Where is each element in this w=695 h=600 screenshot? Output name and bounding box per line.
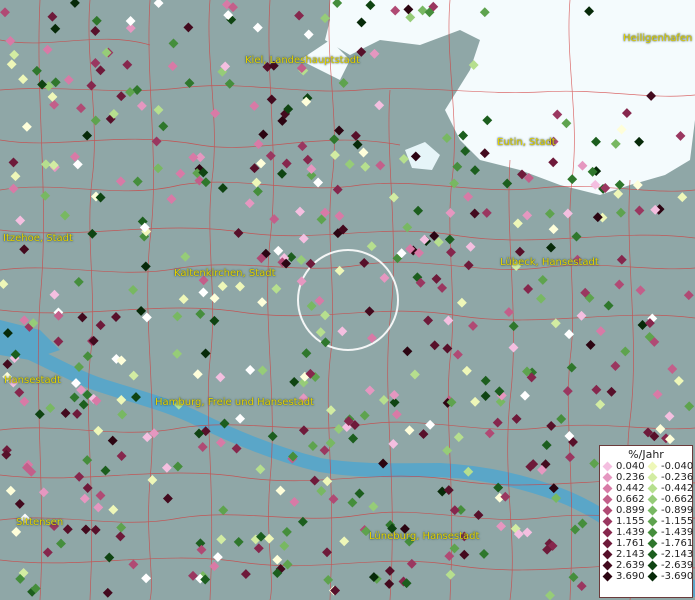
legend-value: -1.761	[661, 538, 694, 549]
legend-value: 0.236	[616, 472, 645, 483]
legend-negative-entry: -2.143	[645, 549, 694, 560]
legend-swatch	[647, 549, 658, 560]
legend-row: 2.639 -2.639	[600, 560, 694, 571]
legend-negative-entry: -2.639	[645, 560, 694, 571]
legend-title: %/Jahr	[628, 448, 664, 461]
legend-negative-entry: -1.761	[645, 538, 694, 549]
legend-swatch	[602, 505, 613, 516]
legend-swatch	[602, 516, 613, 527]
legend-negative-entry: -1.439	[645, 527, 694, 538]
legend-row: 1.439 -1.439	[600, 527, 694, 538]
legend-value: -0.662	[661, 494, 694, 505]
legend-row: 1.155 -1.155	[600, 516, 694, 527]
legend-value: -1.155	[661, 516, 694, 527]
legend-value: -3.690	[661, 571, 694, 582]
legend-value: -2.143	[661, 549, 694, 560]
legend-swatch	[602, 549, 613, 560]
legend-swatch	[647, 505, 658, 516]
legend-swatch	[647, 461, 658, 472]
legend-row: 3.690 -3.690	[600, 571, 694, 582]
legend-value: 0.662	[616, 494, 645, 505]
legend-swatch	[602, 538, 613, 549]
legend-positive-entry: 2.143	[600, 549, 645, 560]
legend-negative-entry: -0.899	[645, 505, 694, 516]
legend-positive-entry: 2.639	[600, 560, 645, 571]
legend-positive-entry: 0.442	[600, 483, 645, 494]
legend-value: 2.639	[616, 560, 645, 571]
legend-value: -0.442	[661, 483, 694, 494]
legend-negative-entry: -0.442	[645, 483, 694, 494]
legend-row: 0.040 -0.040	[600, 461, 694, 472]
legend-value: -1.439	[661, 527, 694, 538]
place-label-sittensen: Sittensen	[16, 517, 64, 528]
legend-value: 0.899	[616, 505, 645, 516]
legend-row: 0.899 -0.899	[600, 505, 694, 516]
legend-swatch	[647, 527, 658, 538]
legend-positive-entry: 0.040	[600, 461, 645, 472]
legend-positive-entry: 1.155	[600, 516, 645, 527]
legend-value: 3.690	[616, 571, 645, 582]
legend-swatch	[602, 461, 613, 472]
legend-swatch	[647, 494, 658, 505]
map-canvas[interactable]	[0, 0, 695, 600]
legend-value: -0.040	[661, 461, 694, 472]
legend-swatch	[602, 483, 613, 494]
legend-row: 0.662 -0.662	[600, 494, 694, 505]
place-label-lueneburg: Lüneburg, Hansestadt	[369, 531, 480, 542]
legend-value: 0.040	[616, 461, 645, 472]
legend-negative-entry: -0.236	[645, 472, 694, 483]
legend-rows: 0.040 -0.040 0.236 -0.236 0.442 -0.442 0.662 -0…	[600, 461, 694, 582]
legend-swatch	[647, 560, 658, 571]
legend-row: 0.442 -0.442	[600, 483, 694, 494]
legend-value: 1.439	[616, 527, 645, 538]
legend-positive-entry: 3.690	[600, 571, 645, 582]
legend-value: -0.236	[661, 472, 694, 483]
legend-swatch	[647, 483, 658, 494]
map-legend: %/Jahr 0.040 -0.040 0.236 -0.236 0.442 -0.442…	[599, 445, 693, 598]
place-label-luebeck: Lübeck, Hansestadt	[500, 257, 599, 268]
legend-swatch	[647, 516, 658, 527]
place-label-kiel: Kiel, Landeshauptstadt	[245, 55, 360, 66]
legend-swatch	[602, 571, 613, 582]
legend-row: 2.143 -2.143	[600, 549, 694, 560]
legend-swatch	[602, 494, 613, 505]
legend-positive-entry: 0.899	[600, 505, 645, 516]
place-label-itzehoe: Itzehoe, Stadt	[3, 233, 73, 244]
place-label-kaltenkirchen: Kaltenkirchen, Stadt	[174, 268, 276, 279]
place-label-eutin: Eutin, Stadt	[497, 137, 556, 148]
legend-swatch	[647, 538, 658, 549]
legend-negative-entry: -0.662	[645, 494, 694, 505]
legend-swatch	[602, 527, 613, 538]
legend-negative-entry: -1.155	[645, 516, 694, 527]
legend-swatch	[602, 560, 613, 571]
legend-positive-entry: 0.662	[600, 494, 645, 505]
place-label-hamburg: Hamburg, Freie und Hansestadt	[155, 397, 314, 408]
map-view[interactable]: Kiel, Landeshauptstadt Heiligenhafen Eut…	[0, 0, 695, 600]
legend-value: 1.155	[616, 516, 645, 527]
legend-positive-entry: 0.236	[600, 472, 645, 483]
legend-positive-entry: 1.439	[600, 527, 645, 538]
legend-negative-entry: -0.040	[645, 461, 694, 472]
place-label-heiligenhafen: Heiligenhafen	[623, 33, 693, 44]
legend-value: 1.761	[616, 538, 645, 549]
legend-row: 0.236 -0.236	[600, 472, 694, 483]
legend-value: 0.442	[616, 483, 645, 494]
legend-positive-entry: 1.761	[600, 538, 645, 549]
legend-swatch	[647, 571, 658, 582]
legend-swatch	[647, 472, 658, 483]
legend-value: -2.639	[661, 560, 694, 571]
legend-negative-entry: -3.690	[645, 571, 694, 582]
legend-swatch	[602, 472, 613, 483]
legend-value: 2.143	[616, 549, 645, 560]
legend-row: 1.761 -1.761	[600, 538, 694, 549]
legend-value: -0.899	[661, 505, 694, 516]
place-label-hansestadt: Hansestadt	[4, 375, 61, 386]
